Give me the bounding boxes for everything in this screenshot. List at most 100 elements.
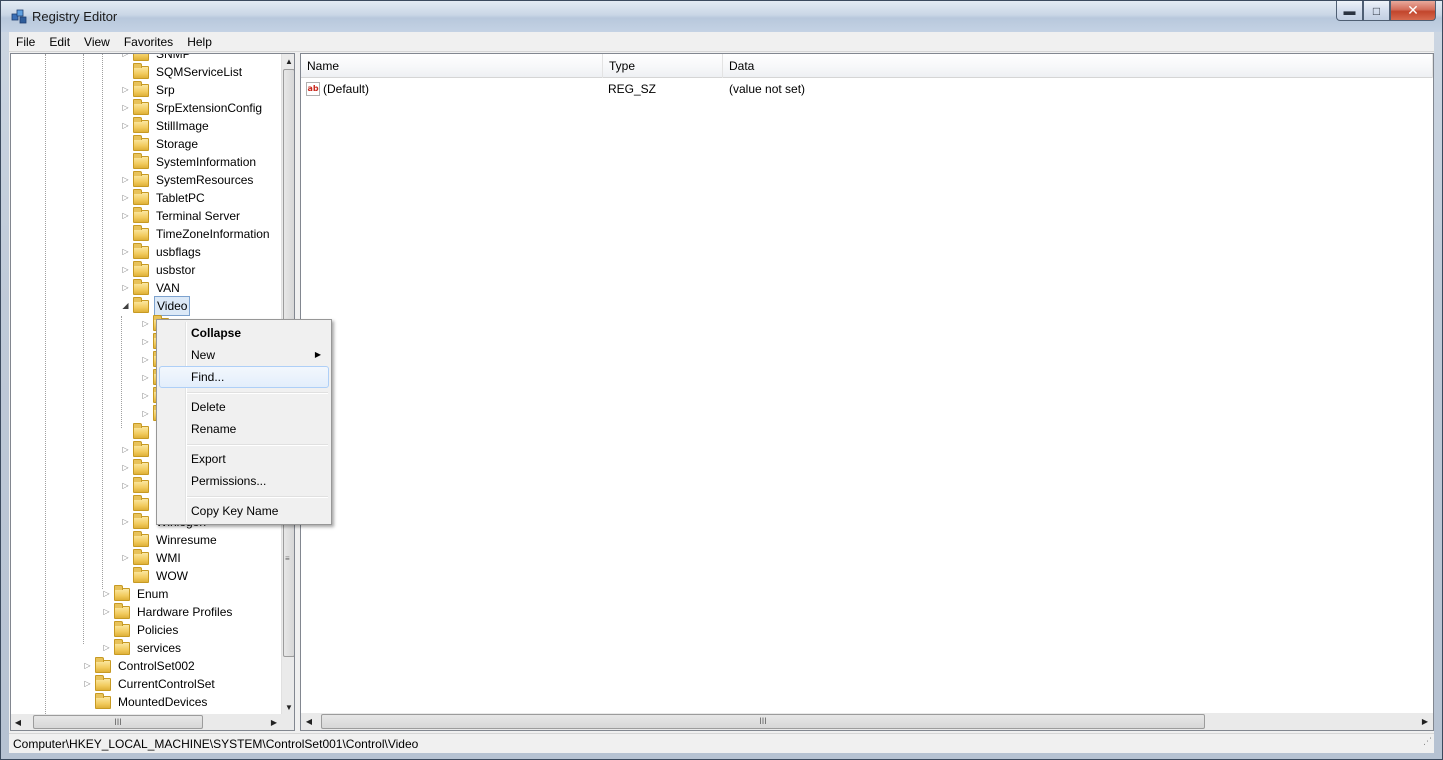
tree-node[interactable]: Winresume [121, 530, 219, 549]
tree-node[interactable]: ▷ Enum [102, 584, 170, 603]
expand-arrow-icon[interactable]: ▷ [121, 211, 130, 221]
tree-node[interactable]: ▷ WMI [121, 548, 183, 567]
column-header-data[interactable]: Data [723, 54, 1433, 78]
menu-view[interactable]: View [77, 35, 117, 49]
expand-arrow-icon[interactable]: ▷ [141, 409, 150, 419]
value-row[interactable]: ab (Default) REG_SZ (value not set) [301, 80, 805, 98]
menu-file[interactable]: File [9, 35, 42, 49]
menu-item-rename[interactable]: Rename [159, 418, 329, 440]
menu-item-export[interactable]: Export [159, 448, 329, 470]
menu-item-collapse[interactable]: Collapse [159, 322, 329, 344]
menu-item-permissions[interactable]: Permissions... [159, 470, 329, 492]
scroll-down-arrow-icon[interactable]: ▼ [282, 700, 294, 714]
expand-arrow-icon[interactable]: ▷ [121, 121, 130, 131]
expand-arrow-icon[interactable]: ▷ [83, 679, 92, 689]
tree-node[interactable]: Storage [121, 134, 200, 153]
expand-arrow-icon[interactable]: ▷ [121, 463, 130, 473]
list-hscroll-thumb[interactable]: III [321, 714, 1205, 729]
tree-node[interactable]: SystemInformation [121, 152, 258, 171]
expand-arrow-icon[interactable]: ▷ [121, 85, 130, 95]
tree-node[interactable]: ▷ SystemResources [121, 170, 255, 189]
tree-node[interactable]: ▷ CurrentControlSet [83, 674, 217, 693]
expand-arrow-icon[interactable]: ▷ [141, 391, 150, 401]
menu-edit[interactable]: Edit [42, 35, 77, 49]
tree-node-label: SrpExtensionConfig [156, 101, 263, 115]
tree-node[interactable]: WOW [121, 566, 190, 585]
folder-icon [95, 656, 111, 673]
expand-arrow-icon[interactable]: ▷ [121, 103, 130, 113]
tree-node[interactable]: ▷ Srp [121, 80, 177, 99]
minimize-button[interactable]: ▬ [1336, 1, 1363, 21]
scroll-right-arrow-icon[interactable]: ▶ [267, 715, 281, 729]
maximize-button[interactable]: □ [1363, 1, 1390, 21]
list-header: Name Type Data [301, 54, 1433, 78]
column-header-name[interactable]: Name [301, 54, 603, 78]
expand-arrow-icon[interactable]: ▷ [83, 661, 92, 671]
value-name-cell: ab (Default) [301, 80, 603, 98]
tree-node[interactable]: ▷ TabletPC [121, 188, 207, 207]
menu-help[interactable]: Help [180, 35, 219, 49]
expand-arrow-icon[interactable]: ▷ [141, 319, 150, 329]
tree-node[interactable]: ▷ Hardware Profiles [102, 602, 234, 621]
expand-arrow-icon[interactable]: ▷ [102, 643, 111, 653]
menu-item-copy-key-name[interactable]: Copy Key Name [159, 500, 329, 522]
folder-icon [133, 54, 149, 61]
resize-grip-icon[interactable]: ⋰ [1423, 731, 1432, 751]
expand-arrow-icon[interactable]: ▷ [141, 355, 150, 365]
expand-arrow-icon[interactable]: ▷ [121, 283, 130, 293]
expand-arrow-icon[interactable]: ▷ [121, 481, 130, 491]
collapse-arrow-icon[interactable]: ◢ [121, 301, 130, 311]
scroll-left-arrow-icon[interactable]: ◀ [301, 714, 317, 729]
column-header-type[interactable]: Type [603, 54, 723, 78]
tree-node-label: TabletPC [156, 191, 205, 205]
tree-node-label: Storage [156, 137, 199, 151]
expand-arrow-icon[interactable]: ▷ [141, 373, 150, 383]
values-list-pane[interactable]: Name Type Data ab (Default) REG_SZ (valu… [300, 53, 1434, 731]
expand-arrow-icon[interactable]: ▷ [121, 445, 130, 455]
tree-node[interactable]: TimeZoneInformation [121, 224, 272, 243]
tree-node[interactable]: ▷ VAN [121, 278, 182, 297]
tree-node[interactable]: ▷ Terminal Server [121, 206, 242, 225]
expand-arrow-icon[interactable]: ▷ [121, 517, 130, 527]
folder-icon [133, 566, 149, 583]
expand-arrow-icon[interactable]: ▷ [121, 265, 130, 275]
folder-icon [133, 152, 149, 169]
list-horizontal-scrollbar[interactable]: ◀ III ▶ [301, 713, 1433, 730]
scroll-up-arrow-icon[interactable]: ▲ [282, 54, 294, 68]
scroll-left-arrow-icon[interactable]: ◀ [11, 715, 25, 729]
menu-item-delete[interactable]: Delete [159, 396, 329, 418]
tree-node[interactable]: ◢ Video [121, 296, 191, 316]
expand-arrow-icon[interactable]: ▷ [141, 337, 150, 347]
expand-arrow-icon[interactable]: ▷ [121, 247, 130, 257]
tree-node[interactable]: SQMServiceList [121, 62, 244, 81]
expand-arrow-icon[interactable]: ▷ [121, 54, 130, 59]
menu-favorites[interactable]: Favorites [117, 35, 180, 49]
tree-node[interactable]: ▷ usbstor [121, 260, 197, 279]
menu-item-find[interactable]: Find... [159, 366, 329, 388]
tree-node[interactable]: ▷ SrpExtensionConfig [121, 98, 264, 117]
tree-node[interactable]: ▷ ControlSet002 [83, 656, 197, 675]
expand-arrow-icon[interactable]: ▷ [121, 553, 130, 563]
expand-arrow-icon[interactable]: ▷ [121, 193, 130, 203]
tree-node[interactable]: ▷ usbflags [121, 242, 203, 261]
tree-node[interactable]: MountedDevices [83, 692, 209, 711]
tree-node-label: SQMServiceList [156, 65, 243, 79]
tree-node[interactable]: ▷ SNMP [121, 54, 193, 63]
tree-guide-line [102, 54, 103, 589]
title-bar[interactable]: Registry Editor ▬ □ ✕ [1, 1, 1442, 32]
scroll-right-arrow-icon[interactable]: ▶ [1417, 714, 1433, 729]
tree-hscroll-thumb[interactable]: III [33, 715, 203, 729]
tree-node[interactable]: Policies [102, 620, 180, 639]
tree-horizontal-scrollbar[interactable]: ◀ III ▶ [11, 714, 281, 730]
tree-node[interactable]: ▷ services [102, 638, 183, 657]
expand-arrow-icon[interactable]: ▷ [102, 607, 111, 617]
close-button[interactable]: ✕ [1390, 1, 1436, 21]
tree-node[interactable]: ▷ StillImage [121, 116, 211, 135]
menu-item-new[interactable]: New ▶ [159, 344, 329, 366]
folder-icon [133, 260, 149, 277]
expand-arrow-icon[interactable]: ▷ [121, 175, 130, 185]
value-name: (Default) [323, 82, 370, 96]
expand-arrow-icon[interactable]: ▷ [102, 589, 111, 599]
